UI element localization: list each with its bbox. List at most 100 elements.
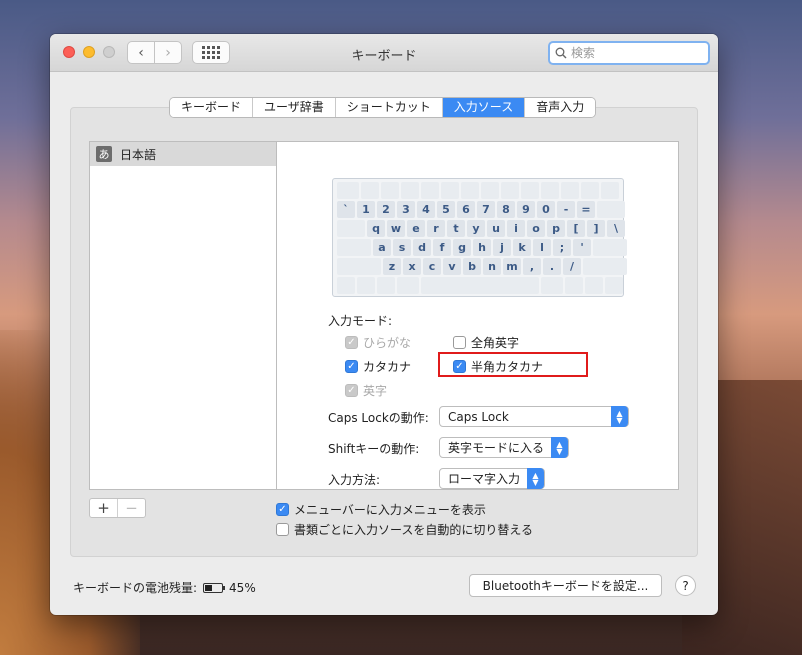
key: d <box>413 239 431 256</box>
key: h <box>473 239 491 256</box>
auto-switch-checkbox[interactable]: 書類ごとに入力ソースを自動的に切り替える <box>276 521 533 538</box>
hiragana-label: ひらがな <box>363 336 412 350</box>
search-input[interactable] <box>571 46 701 60</box>
remove-source-button[interactable]: − <box>118 499 145 517</box>
battery-status: キーボードの電池残量: 45% <box>73 579 256 596</box>
search-icon <box>555 47 567 59</box>
auto-switch-label: 書類ごとに入力ソースを自動的に切り替える <box>294 523 534 537</box>
caps-lock-label: Caps Lockの動作: <box>328 411 429 425</box>
key <box>337 239 371 256</box>
key: f <box>433 239 451 256</box>
key: t <box>447 220 465 237</box>
input-source-list: あ 日本語 <box>89 141 277 490</box>
input-method-popup[interactable]: ローマ字入力 ▲ ▼ <box>439 468 545 489</box>
key: 6 <box>457 201 475 218</box>
key: . <box>543 258 561 275</box>
shift-label: Shiftキーの動作: <box>328 442 420 456</box>
search-field[interactable] <box>548 41 710 65</box>
key: - <box>557 201 575 218</box>
key <box>421 182 439 199</box>
key <box>585 277 603 294</box>
tab-shortcuts[interactable]: ショートカット <box>335 98 443 117</box>
hiragana-checkbox: ✓ ひらがな <box>345 334 411 351</box>
keyboard-layout-preview: ` 1 2 3 4 5 6 7 8 9 0 - = q w e r t y u … <box>332 178 627 297</box>
updown-arrows-icon: ▲ ▼ <box>527 468 544 489</box>
tab-bar: キーボード ユーザ辞書 ショートカット 入力ソース 音声入力 <box>169 97 597 118</box>
key <box>337 220 365 237</box>
katakana-label: カタカナ <box>363 360 412 374</box>
key <box>337 258 381 275</box>
key <box>361 182 379 199</box>
key <box>521 182 539 199</box>
key: c <box>423 258 441 275</box>
halfwidth-katakana-label: 半角カタカナ <box>471 360 544 374</box>
tab-input-sources[interactable]: 入力ソース <box>442 98 526 117</box>
key: v <box>443 258 461 275</box>
key: 9 <box>517 201 535 218</box>
key: q <box>367 220 385 237</box>
input-method-value: ローマ字入力 <box>448 472 521 486</box>
keyboard-row-fn <box>337 182 619 199</box>
checkmark-icon: ✓ <box>453 360 466 373</box>
key: ` <box>337 201 355 218</box>
input-mode-label: 入力モード: <box>328 314 393 328</box>
input-source-detail: ` 1 2 3 4 5 6 7 8 9 0 - = q w e r t y u … <box>276 141 679 490</box>
halfwidth-katakana-checkbox[interactable]: ✓ 半角カタカナ <box>453 358 543 375</box>
key: 1 <box>357 201 375 218</box>
key <box>337 277 355 294</box>
key <box>337 182 359 199</box>
input-source-label: 日本語 <box>120 147 157 162</box>
setup-bluetooth-keyboard-button[interactable]: Bluetoothキーボードを設定... <box>469 574 662 597</box>
battery-icon <box>203 582 226 593</box>
key <box>593 239 627 256</box>
key: ' <box>573 239 591 256</box>
key: i <box>507 220 525 237</box>
checkmark-icon: ✓ <box>345 336 358 349</box>
key: s <box>393 239 411 256</box>
key: e <box>407 220 425 237</box>
show-input-menu-checkbox[interactable]: ✓ メニューバーに入力メニューを表示 <box>276 501 486 518</box>
fullwidth-roman-checkbox[interactable]: 全角英字 <box>453 334 519 351</box>
tab-keyboard[interactable]: キーボード <box>170 98 254 117</box>
key: 4 <box>417 201 435 218</box>
tab-dictation[interactable]: 音声入力 <box>525 98 596 117</box>
battery-level: 45% <box>229 580 256 595</box>
katakana-checkbox[interactable]: ✓ カタカナ <box>345 358 411 375</box>
key: 0 <box>537 201 555 218</box>
key: y <box>467 220 485 237</box>
key: [ <box>567 220 585 237</box>
key <box>541 182 559 199</box>
checkmark-icon: ✓ <box>345 384 358 397</box>
key: o <box>527 220 545 237</box>
key: 7 <box>477 201 495 218</box>
checkbox-empty-icon <box>276 523 289 536</box>
key: 2 <box>377 201 395 218</box>
key <box>461 182 479 199</box>
battery-label: キーボードの電池残量: <box>73 581 198 595</box>
key: l <box>533 239 551 256</box>
key: n <box>483 258 501 275</box>
key: / <box>563 258 581 275</box>
checkmark-icon: ✓ <box>276 503 289 516</box>
key: ; <box>553 239 571 256</box>
key <box>583 258 627 275</box>
key: p <box>547 220 565 237</box>
keyboard-row-4: z x c v b n m , . / <box>337 258 627 275</box>
help-button[interactable]: ? <box>675 575 696 596</box>
key: ] <box>587 220 605 237</box>
updown-arrows-icon: ▲ ▼ <box>551 437 568 458</box>
input-source-item-japanese[interactable]: あ 日本語 <box>90 142 276 166</box>
key <box>605 277 623 294</box>
shift-popup[interactable]: 英字モードに入る ▲ ▼ <box>439 437 569 458</box>
add-source-button[interactable]: + <box>90 499 118 517</box>
key: m <box>503 258 521 275</box>
minus-icon: − <box>125 499 138 517</box>
key: a <box>373 239 391 256</box>
key <box>501 182 519 199</box>
key: = <box>577 201 595 218</box>
key: \ <box>607 220 625 237</box>
caps-lock-value: Caps Lock <box>448 409 509 424</box>
tab-user-dictionary[interactable]: ユーザ辞書 <box>253 98 336 117</box>
caps-lock-popup[interactable]: Caps Lock ▲ ▼ <box>439 406 629 427</box>
key <box>581 182 599 199</box>
